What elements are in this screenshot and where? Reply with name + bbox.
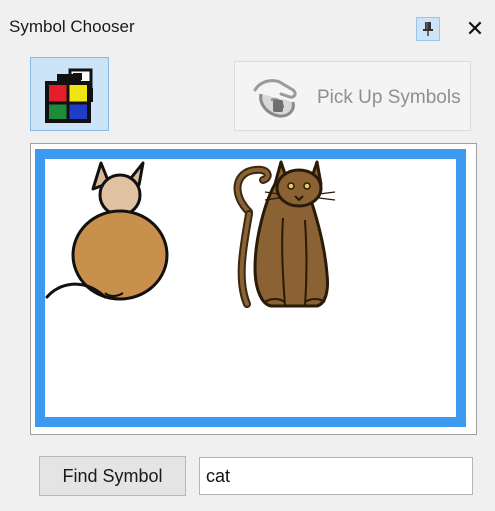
symbol-results-selection	[35, 149, 466, 427]
title-bar: Symbol Chooser ✕	[0, 0, 495, 50]
find-symbol-button[interactable]: Find Symbol	[39, 456, 186, 496]
close-icon: ✕	[465, 16, 485, 41]
symbol-search-input[interactable]	[199, 457, 473, 495]
symbol-chooser-panel: Symbol Chooser ✕ Pick Up Symbols Find Sy…	[0, 0, 495, 511]
cartoon-cat-symbol[interactable]	[43, 157, 183, 307]
pick-up-symbols-label: Pick Up Symbols	[317, 87, 461, 108]
color-palette-icon	[45, 68, 93, 123]
realistic-cat-symbol[interactable]	[225, 158, 355, 310]
symbol-results-area[interactable]	[30, 143, 477, 435]
pin-button[interactable]	[416, 17, 440, 41]
pin-icon	[423, 22, 433, 36]
close-button[interactable]: ✕	[464, 16, 486, 42]
pick-up-symbols-button[interactable]: Pick Up Symbols	[234, 61, 471, 131]
window-title: Symbol Chooser	[9, 17, 135, 36]
hand-pickup-icon	[253, 79, 297, 118]
palette-button[interactable]	[30, 57, 109, 131]
